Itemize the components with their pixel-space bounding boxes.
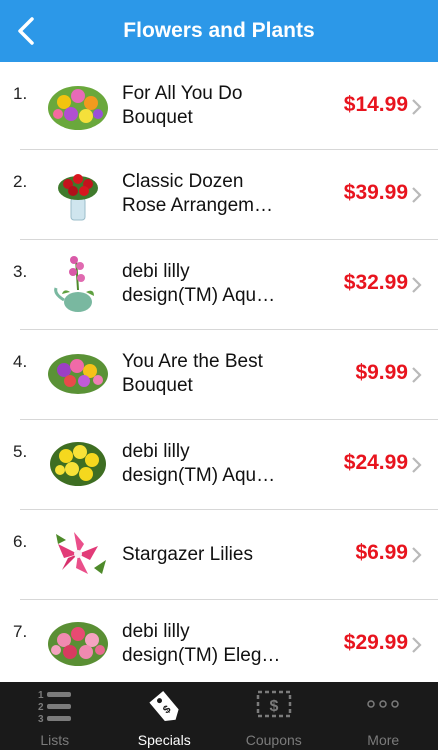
tab-label: More	[367, 732, 400, 748]
list-item[interactable]: 7. debi lilly design(TM) Eleg… $29.99	[0, 600, 438, 690]
item-rank: 3.	[13, 262, 28, 281]
product-list: 1. For All You Do Bouquet $14.99 2. Clas…	[0, 62, 438, 690]
chevron-right-icon	[412, 367, 422, 383]
chevron-right-icon	[412, 99, 422, 115]
product-thumbnail	[44, 614, 112, 674]
tab-label: Lists	[40, 732, 70, 748]
list-item[interactable]: 2. Classic Dozen Rose Arrangem… $39.99	[0, 150, 438, 240]
chevron-right-icon	[412, 547, 422, 563]
item-rank: 6.	[13, 532, 28, 551]
chevron-right-icon	[412, 637, 422, 653]
item-price: $32.99	[343, 271, 408, 294]
item-rank: 1.	[13, 84, 28, 103]
svg-text:1: 1	[38, 690, 44, 701]
product-thumbnail	[44, 164, 112, 224]
chevron-right-icon	[412, 277, 422, 293]
product-thumbnail	[44, 434, 112, 494]
product-thumbnail	[44, 254, 112, 314]
chevron-right-icon	[412, 457, 422, 473]
item-name: debi lilly design(TM) Eleg…	[122, 621, 281, 666]
tab-label: Specials	[137, 732, 191, 748]
page-title: Flowers and Plants	[123, 19, 315, 42]
item-price: $24.99	[343, 451, 408, 474]
chevron-right-icon	[412, 187, 422, 203]
tab-lists[interactable]: 1 2 3 Lists	[0, 682, 110, 750]
list-item[interactable]: 4. You Are the Best Bouquet $9.99	[0, 330, 438, 420]
coupon-icon: $	[256, 690, 291, 718]
numbered-list-icon: 1 2 3	[38, 690, 71, 724]
item-name: For All You Do Bouquet	[122, 83, 243, 128]
item-name: debi lilly design(TM) Aqu…	[122, 441, 276, 486]
item-price: $14.99	[343, 93, 408, 116]
list-item[interactable]: 6. Stargazer Lilies $6.99	[0, 510, 438, 600]
item-rank: 4.	[13, 352, 28, 371]
tab-label: Coupons	[245, 732, 302, 748]
tab-specials[interactable]: $ Specials	[110, 682, 220, 750]
item-name: Stargazer Lilies	[122, 544, 253, 565]
tab-bar: 1 2 3 Lists $ Specials $ Coupons More	[0, 682, 438, 750]
svg-text:$: $	[269, 698, 278, 715]
item-rank: 7.	[13, 622, 28, 641]
nav-bar: Flowers and Plants	[0, 0, 438, 62]
product-thumbnail	[44, 344, 112, 404]
list-item[interactable]: 3. debi lilly design(TM) Aqu… $32.99	[0, 240, 438, 330]
item-name: debi lilly design(TM) Aqu…	[122, 261, 276, 306]
item-name: Classic Dozen Rose Arrangem…	[122, 171, 274, 216]
item-price: $39.99	[343, 181, 408, 204]
price-tag-icon: $	[149, 691, 179, 721]
tab-coupons[interactable]: $ Coupons	[219, 682, 329, 750]
svg-text:2: 2	[38, 702, 44, 713]
more-dots-icon	[367, 700, 399, 708]
item-price: $6.99	[355, 541, 408, 564]
item-price: $29.99	[343, 631, 408, 654]
product-thumbnail	[44, 524, 112, 584]
list-item[interactable]: 1. For All You Do Bouquet $14.99	[0, 62, 438, 150]
list-item[interactable]: 5. debi lilly design(TM) Aqu… $24.99	[0, 420, 438, 510]
product-thumbnail	[44, 76, 112, 136]
item-name: You Are the Best Bouquet	[122, 351, 263, 396]
tab-more[interactable]: More	[329, 682, 438, 750]
item-price: $9.99	[355, 361, 408, 384]
svg-text:3: 3	[38, 714, 44, 724]
item-rank: 5.	[13, 442, 28, 461]
item-rank: 2.	[13, 172, 28, 191]
